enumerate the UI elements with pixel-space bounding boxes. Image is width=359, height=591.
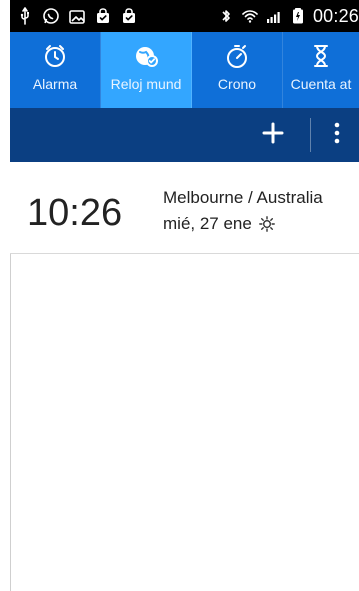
world-clock-item[interactable]: 10:26 Melbourne / Australia mié, 27 ene <box>10 162 359 254</box>
more-vert-icon <box>332 119 342 152</box>
city-time: 10:26 <box>27 192 123 234</box>
more-options-button[interactable] <box>321 108 353 162</box>
city-date: mié, 27 ene <box>163 214 252 233</box>
battery-icon <box>289 7 307 25</box>
add-city-button[interactable] <box>246 108 300 162</box>
tab-reloj-mundial[interactable]: Reloj mund <box>101 32 192 108</box>
hourglass-icon <box>307 42 335 70</box>
bag-icon <box>94 7 112 25</box>
app-screen: 00:26 Alarma Reloj mund Crono Cuenta at … <box>0 0 359 591</box>
tab-crono[interactable]: Crono <box>192 32 283 108</box>
tab-label: Cuenta at <box>290 76 352 92</box>
signal-icon <box>265 7 283 25</box>
city-name: Melbourne / Australia <box>163 188 323 207</box>
date-row: mié, 27 ene <box>163 214 276 234</box>
whatsapp-icon <box>42 7 60 25</box>
tab-alarma[interactable]: Alarma <box>10 32 101 108</box>
status-time: 00:26 <box>312 5 359 26</box>
world-clock-icon <box>132 42 160 70</box>
tab-label: Alarma <box>32 76 78 92</box>
status-right-icons: 00:26 <box>217 6 359 27</box>
plus-icon <box>259 119 287 152</box>
image-icon <box>68 7 86 25</box>
bag-check-icon <box>120 7 138 25</box>
usb-icon <box>16 7 34 25</box>
action-bar <box>10 108 359 162</box>
status-left-icons <box>10 7 138 25</box>
tab-label: Reloj mund <box>110 76 182 92</box>
action-divider <box>310 118 311 152</box>
wifi-icon <box>241 7 259 25</box>
tab-bar: Alarma Reloj mund Crono Cuenta at <box>10 32 359 108</box>
bluetooth-icon <box>217 7 235 25</box>
tab-label: Crono <box>217 76 257 92</box>
stopwatch-icon <box>223 42 251 70</box>
tab-cuenta-atras[interactable]: Cuenta at <box>283 32 359 108</box>
alarm-clock-icon <box>41 42 69 70</box>
status-bar: 00:26 <box>10 0 359 32</box>
sun-icon <box>258 215 276 233</box>
